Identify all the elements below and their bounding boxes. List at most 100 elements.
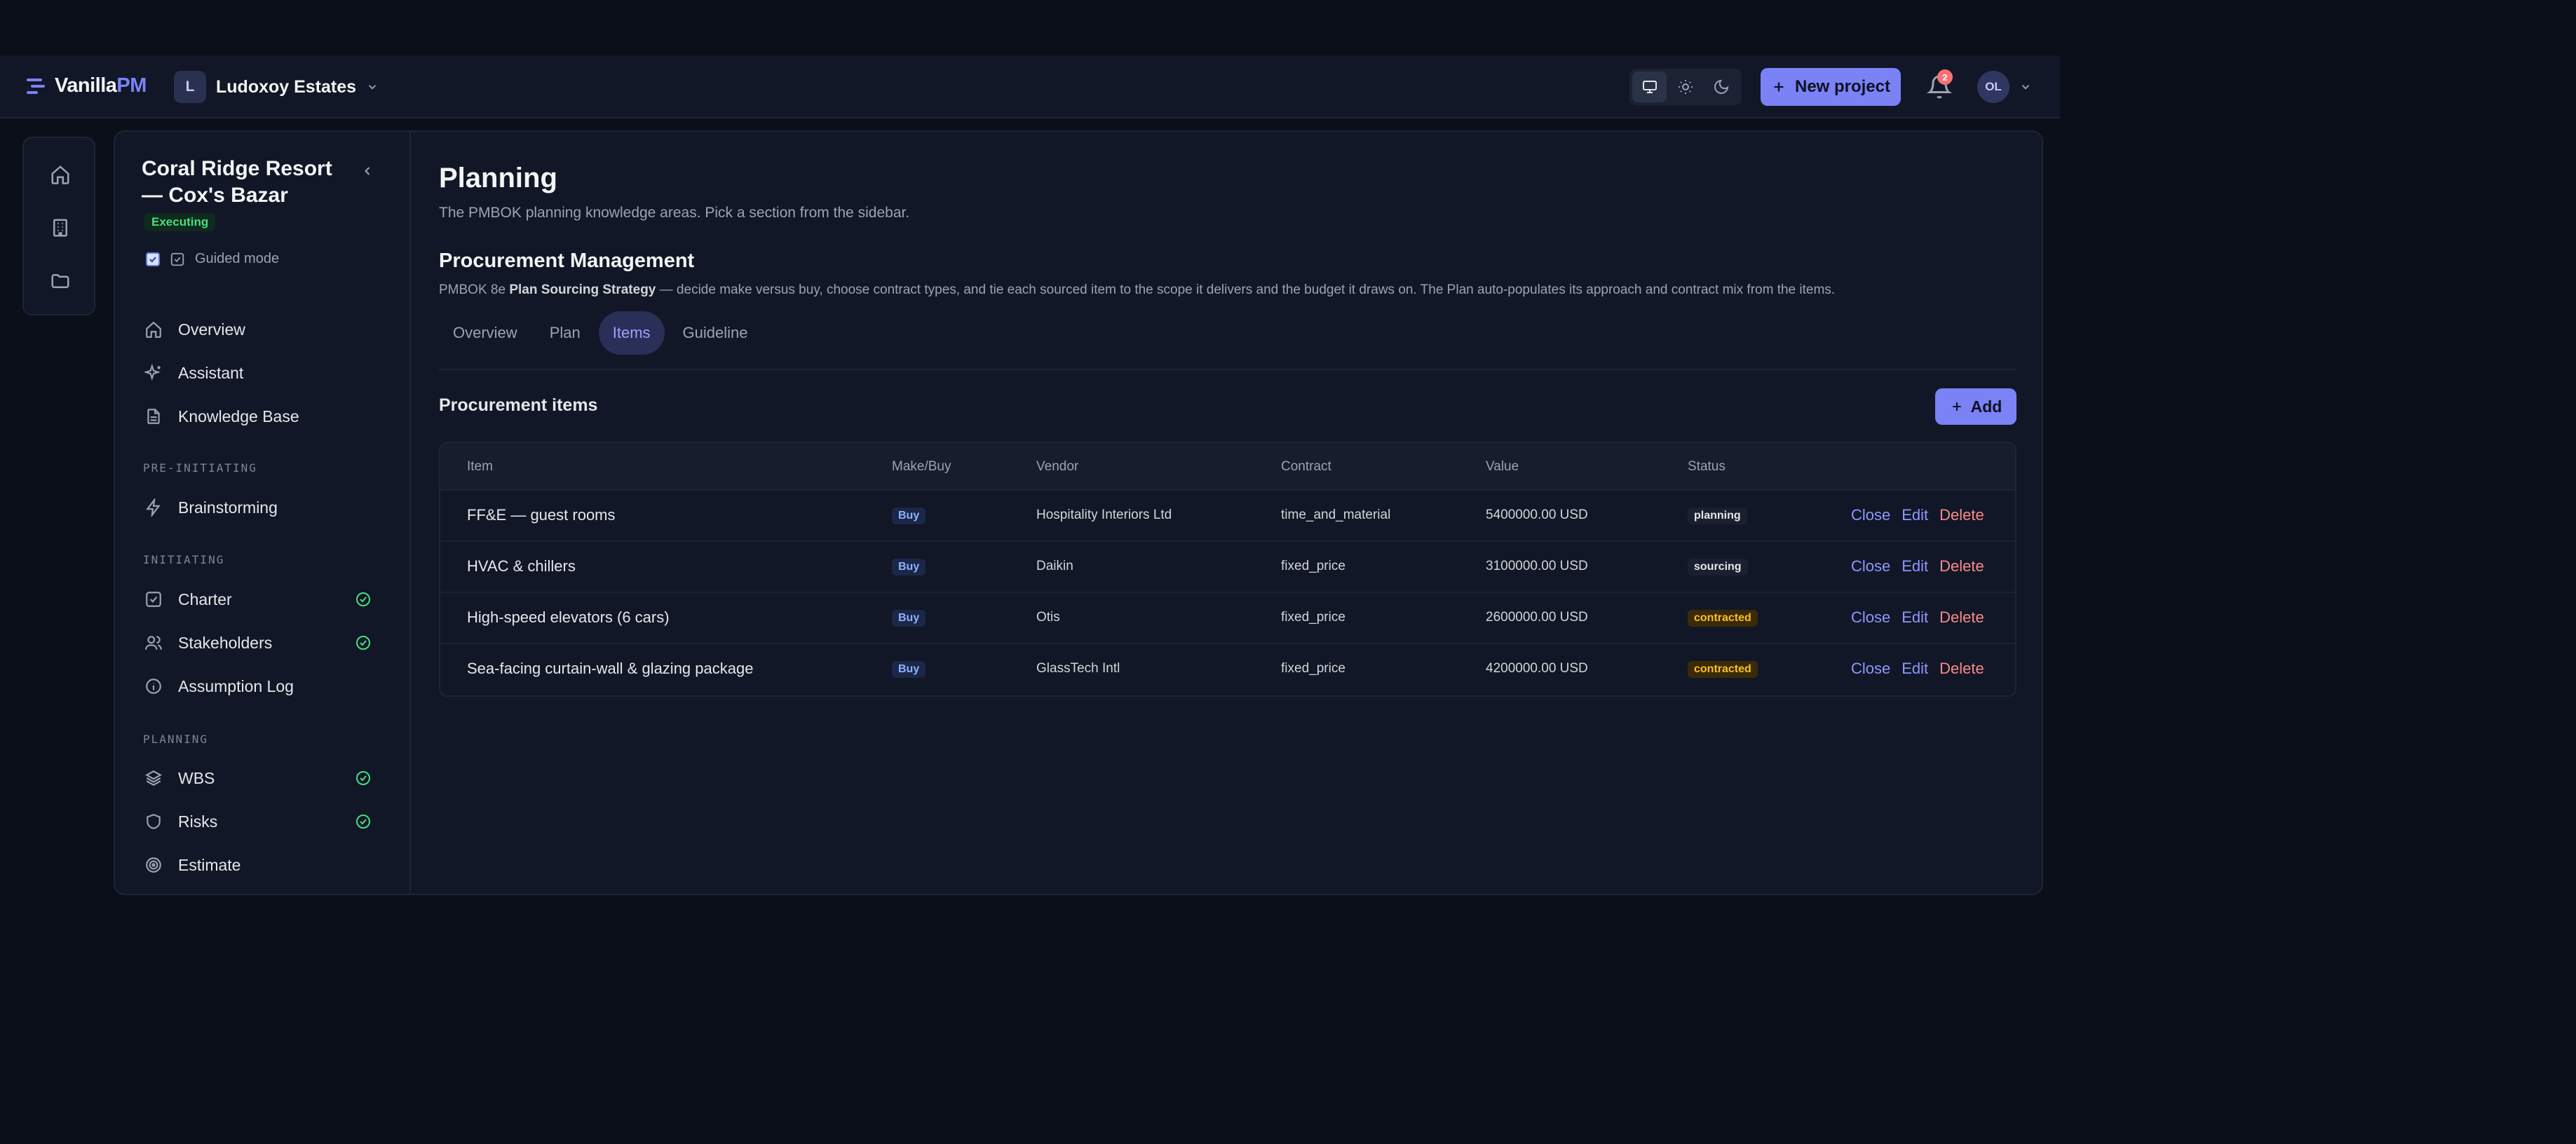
tab-guideline[interactable]: Guideline [669,311,762,355]
avatar: OL [1977,71,2009,103]
delete-link[interactable]: Delete [1939,660,1984,678]
sparkles-icon [144,364,161,381]
delete-link[interactable]: Delete [1939,608,1984,627]
delete-link[interactable]: Delete [1939,506,1984,524]
table-row: FF&E — guest rooms Buy Hospitality Inter… [440,491,2015,542]
contract-type: fixed_price [1281,610,1345,625]
guided-mode-checkbox[interactable] [146,252,160,266]
info-icon [146,679,161,694]
row-actions: Close Edit Delete [1851,506,1984,524]
check-circle-icon [356,636,370,650]
brand-name: VanillaPM [55,74,147,97]
sidebar-item-overview[interactable]: Overview [140,312,390,347]
edit-link[interactable]: Edit [1902,608,1928,627]
org-name: Ludoxoy Estates [216,76,357,97]
status-badge: contracted [1688,661,1758,678]
section-description: PMBOK 8e Plan Sourcing Strategy — decide… [439,282,1836,297]
close-link[interactable]: Close [1851,506,1890,524]
check-icon [149,256,156,263]
contract-type: fixed_price [1281,559,1345,573]
tab-items[interactable]: Items [598,311,665,355]
new-project-button[interactable]: New project [1761,68,1901,106]
brand[interactable]: VanillaPM [27,74,147,97]
main-card: Coral Ridge Resort — Cox's Bazar Executi… [114,130,2043,895]
user-menu[interactable]: OL [1977,71,2032,103]
close-link[interactable]: Close [1851,608,1890,627]
add-item-button[interactable]: Add [1935,388,2016,425]
chevron-down-icon [2021,85,2030,90]
project-sidebar: Coral Ridge Resort — Cox's Bazar Executi… [115,132,411,894]
vendor: GlassTech Intl [1036,661,1120,676]
nav-section-title: PRE-INITIATING [143,461,257,475]
procurement-items-title: Procurement items [439,395,598,415]
nav-section-title: INITIATING [143,553,225,566]
theme-light-button[interactable] [1668,72,1702,102]
tab-overview[interactable]: Overview [439,311,531,355]
delete-link[interactable]: Delete [1939,557,1984,576]
project-title: Coral Ridge Resort — Cox's Bazar [142,157,332,207]
page-title: Planning [439,163,557,193]
sun-icon [1678,80,1693,94]
value: 3100000.00 USD [1486,559,1588,573]
target-icon [146,857,161,873]
rail-buildings-button[interactable] [43,211,77,245]
column-header: Contract [1281,459,1331,474]
make-buy-badge: Buy [892,661,926,678]
collapse-sidebar-button[interactable] [356,160,379,182]
org-avatar: L [174,71,206,103]
status-badge: planning [1688,508,1747,524]
section-title: Procurement Management [439,250,695,272]
theme-system-button[interactable] [1632,72,1667,102]
sidebar-item-knowledge-base[interactable]: Knowledge Base [140,399,390,434]
sidebar-item-label: Risks [178,812,218,831]
value: 2600000.00 USD [1486,610,1588,625]
top-bar: VanillaPM L Ludoxoy Estates New project … [0,55,2060,118]
row-actions: Close Edit Delete [1851,660,1984,678]
theme-switcher [1629,69,1742,105]
nav-section-title: PLANNING [143,733,209,746]
table-row: HVAC & chillers Buy Daikin fixed_price 3… [440,542,2015,593]
edit-link[interactable]: Edit [1902,506,1928,524]
plus-icon [1774,82,1784,92]
check-circle-icon [356,815,370,829]
column-header: Status [1688,459,1726,474]
guided-mode-toggle[interactable]: Guided mode [146,251,279,267]
close-link[interactable]: Close [1851,660,1890,678]
guided-mode-label: Guided mode [195,251,280,266]
sidebar-item-label: Estimate [178,855,241,874]
sidebar-item-risks[interactable]: Risks [140,804,390,839]
sidebar-item-wbs[interactable]: WBS [140,761,390,796]
sidebar-item-assistant[interactable]: Assistant [140,355,390,390]
document-icon [147,409,160,424]
vendor: Daikin [1036,559,1073,573]
org-switcher[interactable]: L Ludoxoy Estates [174,71,379,103]
make-buy-badge: Buy [892,610,926,627]
value: 4200000.00 USD [1486,661,1588,676]
edit-link[interactable]: Edit [1902,660,1928,678]
tab-plan[interactable]: Plan [536,311,595,355]
sidebar-item-estimate[interactable]: Estimate [140,847,390,883]
home-icon [51,165,69,184]
sidebar-item-brainstorming[interactable]: Brainstorming [140,490,390,525]
column-header: Vendor [1036,459,1079,474]
sidebar-item-assumption-log[interactable]: Assumption Log [140,669,390,704]
close-link[interactable]: Close [1851,557,1890,576]
add-label: Add [1970,397,2002,416]
sidebar-item-stakeholders[interactable]: Stakeholders [140,625,390,660]
new-project-label: New project [1794,77,1891,96]
rail-folder-button[interactable] [43,264,77,298]
edit-link[interactable]: Edit [1902,557,1928,576]
status-badge: sourcing [1688,559,1748,576]
chevron-down-icon [368,85,377,90]
sidebar-item-label: Knowledge Base [178,407,299,425]
rail-home-button[interactable] [43,158,77,191]
check-circle-icon [356,592,370,606]
make-buy-badge: Buy [892,559,926,576]
checkbox-icon [170,252,184,266]
row-actions: Close Edit Delete [1851,557,1984,576]
bolt-icon [146,498,161,517]
plus-icon [1952,402,1961,411]
sidebar-item-charter[interactable]: Charter [140,582,390,617]
theme-dark-button[interactable] [1704,72,1739,102]
monitor-icon [1642,81,1657,93]
